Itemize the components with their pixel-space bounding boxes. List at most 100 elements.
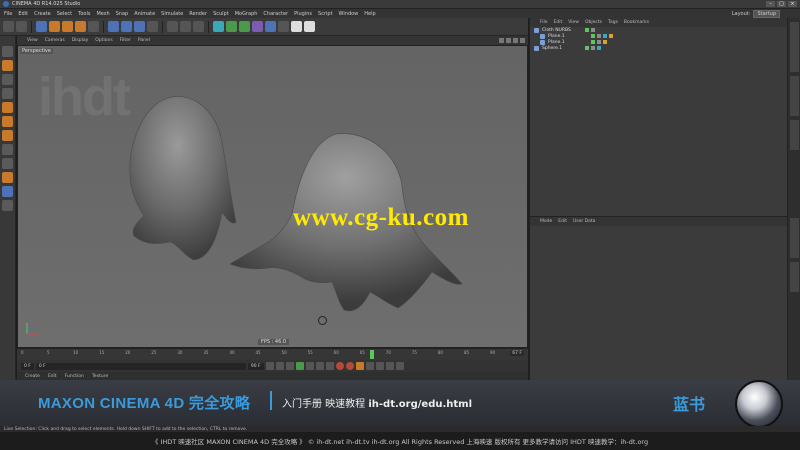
obj-menu-view[interactable]: View (568, 20, 579, 25)
frame-ruler[interactable]: 0 5 10 15 20 25 30 35 40 45 50 55 60 65 70 75 80 85 90 (21, 350, 498, 359)
floor-icon[interactable] (278, 21, 289, 32)
render-picture-viewer-icon[interactable] (180, 21, 191, 32)
end-frame-field[interactable]: 90 F (247, 362, 264, 370)
points-mode-icon[interactable] (2, 102, 13, 113)
viewport-menu-filter[interactable]: Filter (120, 38, 131, 43)
objects-tab[interactable] (790, 22, 799, 72)
menu-create[interactable]: Create (34, 11, 51, 17)
autokey-icon[interactable] (345, 362, 354, 370)
pen-spline-icon[interactable] (226, 21, 237, 32)
menu-file[interactable]: File (4, 11, 12, 17)
minimize-button[interactable]: – (766, 1, 775, 7)
layout-dropdown[interactable]: Startup (753, 9, 780, 18)
obj-menu-bookmarks[interactable]: Bookmarks (624, 20, 649, 25)
subdivision-surface-icon[interactable] (239, 21, 250, 32)
model-mode-icon[interactable] (2, 60, 13, 71)
material-menu-texture[interactable]: Texture (92, 374, 108, 379)
solo-icon[interactable] (2, 200, 13, 211)
attr-menu-mode[interactable]: Mode (540, 219, 552, 224)
make-editable-icon[interactable] (2, 46, 13, 57)
menu-render[interactable]: Render (189, 11, 207, 17)
menu-mesh[interactable]: Mesh (96, 11, 109, 17)
attr-menu-user-data[interactable]: User Data (573, 219, 595, 224)
deformer-icon[interactable] (265, 21, 276, 32)
goto-start-icon[interactable] (265, 362, 274, 370)
redo-icon[interactable] (16, 21, 27, 32)
menu-tools[interactable]: Tools (78, 11, 90, 17)
menu-sculpt[interactable]: Sculpt (213, 11, 229, 17)
material-menu-edit[interactable]: Edit (48, 374, 57, 379)
menu-animate[interactable]: Animate (134, 11, 155, 17)
timeline-ruler[interactable]: 0 5 10 15 20 25 30 35 40 45 50 55 60 65 70 75 80 85 90 67 … (17, 348, 528, 360)
record-icon[interactable] (335, 362, 344, 370)
coordinate-system-icon[interactable] (147, 21, 158, 32)
menu-mograph[interactable]: MoGraph (235, 11, 258, 17)
menu-edit[interactable]: Edit (18, 11, 28, 17)
obj-menu-tags[interactable]: Tags (608, 20, 618, 25)
preview-min-field[interactable]: 0 F (35, 362, 246, 370)
viewport-menu-panel[interactable]: Panel (138, 38, 150, 43)
texture-mode-icon[interactable] (2, 74, 13, 85)
render-view-icon[interactable] (167, 21, 178, 32)
prev-key-icon[interactable] (275, 362, 284, 370)
layers-tab[interactable] (790, 262, 799, 292)
undo-icon[interactable] (3, 21, 14, 32)
viewport-menu-cameras[interactable]: Cameras (45, 38, 65, 43)
y-axis-lock-icon[interactable] (121, 21, 132, 32)
viewport-menu-display[interactable]: Display (72, 38, 89, 43)
object-row[interactable]: Sphere.1 (530, 45, 787, 51)
render-settings-icon[interactable] (193, 21, 204, 32)
attr-menu-edit[interactable]: Edit (558, 219, 567, 224)
axis-mode-icon[interactable] (2, 144, 13, 155)
position-key-icon[interactable] (365, 362, 374, 370)
prev-frame-icon[interactable] (285, 362, 294, 370)
start-frame-field[interactable]: 0 F (21, 362, 34, 370)
edges-mode-icon[interactable] (2, 116, 13, 127)
menu-plugins[interactable]: Plugins (294, 11, 312, 17)
z-axis-lock-icon[interactable] (134, 21, 145, 32)
pan-icon[interactable] (499, 38, 504, 43)
next-frame-icon[interactable] (305, 362, 314, 370)
menu-simulate[interactable]: Simulate (161, 11, 183, 17)
workplane-icon[interactable] (2, 88, 13, 99)
scale-icon[interactable] (62, 21, 73, 32)
obj-menu-objects[interactable]: Objects (585, 20, 602, 25)
menu-script[interactable]: Script (318, 11, 333, 17)
light-icon[interactable] (304, 21, 315, 32)
menu-window[interactable]: Window (339, 11, 359, 17)
orbit-icon[interactable] (513, 38, 518, 43)
material-menu-create[interactable]: Create (25, 374, 40, 379)
workplane-lock-icon[interactable] (2, 186, 13, 197)
snap-icon[interactable] (2, 172, 13, 183)
play-icon[interactable] (295, 362, 304, 370)
current-frame-field[interactable]: 67 F (510, 351, 524, 356)
structure-tab[interactable] (790, 120, 799, 150)
obj-menu-edit[interactable]: Edit (554, 20, 563, 25)
next-key-icon[interactable] (315, 362, 324, 370)
material-menu-function[interactable]: Function (65, 374, 84, 379)
tweak-mode-icon[interactable] (2, 158, 13, 169)
x-axis-lock-icon[interactable] (108, 21, 119, 32)
camera-icon[interactable] (291, 21, 302, 32)
viewport-menu-view[interactable]: View (27, 38, 38, 43)
goto-end-icon[interactable] (325, 362, 334, 370)
move-icon[interactable] (49, 21, 60, 32)
scale-key-icon[interactable] (375, 362, 384, 370)
obj-menu-file[interactable]: File (540, 20, 548, 25)
close-button[interactable]: × (788, 1, 797, 7)
viewport-menu-options[interactable]: Options (95, 38, 112, 43)
param-key-icon[interactable] (395, 362, 404, 370)
recent-tools-icon[interactable] (88, 21, 99, 32)
live-selection-icon[interactable] (36, 21, 47, 32)
polygons-mode-icon[interactable] (2, 130, 13, 141)
zoom-icon[interactable] (506, 38, 511, 43)
keyframe-selection-icon[interactable] (355, 362, 364, 370)
maximize-view-icon[interactable] (520, 38, 525, 43)
playhead-marker[interactable] (370, 350, 375, 359)
content-browser-tab[interactable] (790, 76, 799, 116)
menu-help[interactable]: Help (364, 11, 375, 17)
rotation-key-icon[interactable] (385, 362, 394, 370)
maximize-button[interactable]: □ (777, 1, 786, 7)
array-icon[interactable] (252, 21, 263, 32)
attributes-tab[interactable] (790, 218, 799, 258)
